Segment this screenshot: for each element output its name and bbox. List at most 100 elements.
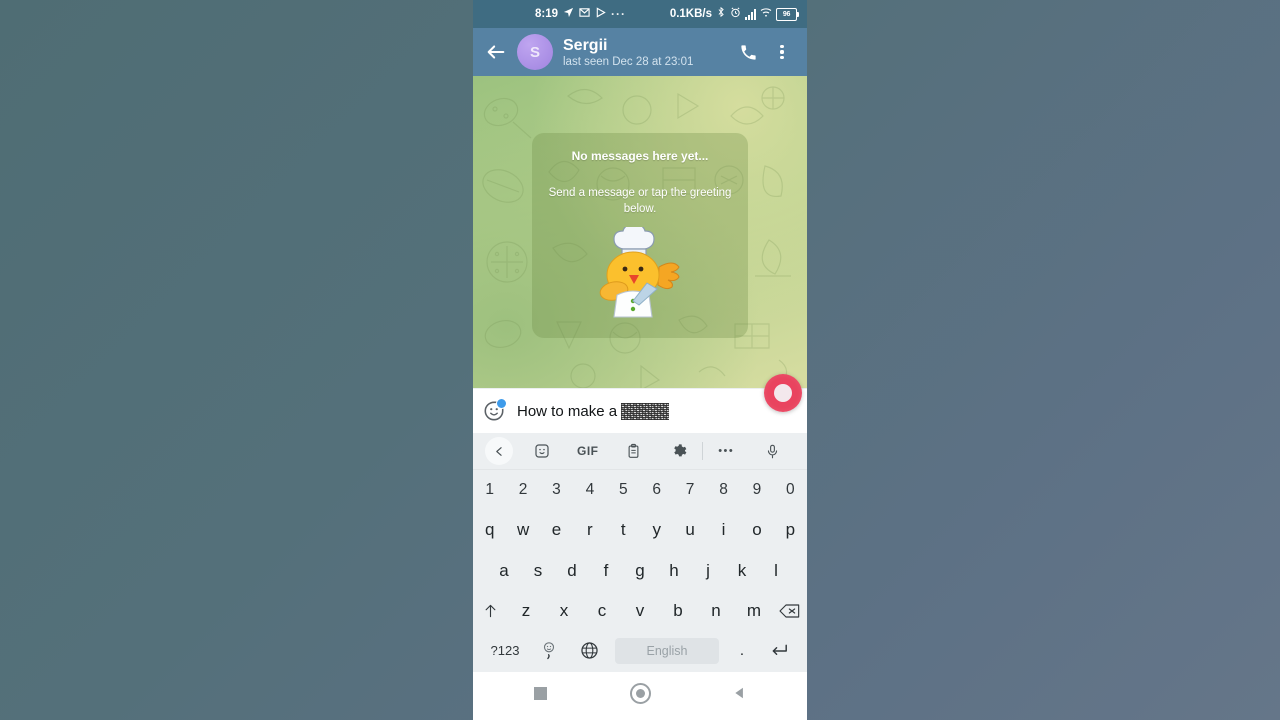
kb-overflow-dots[interactable]: ••• <box>703 436 749 466</box>
keyboard-toolbar: GIF ••• <box>473 433 807 470</box>
keyboard-row-top: q w e r t y u i o p <box>473 510 807 550</box>
key-6[interactable]: 6 <box>640 470 673 510</box>
alarm-icon <box>730 7 741 22</box>
back-triangle-icon[interactable] <box>723 676 757 710</box>
key-a[interactable]: a <box>487 550 521 590</box>
key-g[interactable]: g <box>623 550 657 590</box>
key-n[interactable]: n <box>697 591 735 631</box>
status-bar: 8:19 ··· 0.1KB/s 96 <box>473 0 807 28</box>
overflow-dots-icon: ··· <box>611 7 627 21</box>
keyboard-row-home: a s d f g h j k l <box>473 550 807 590</box>
send-button-inner <box>774 384 792 402</box>
recents-square-icon[interactable] <box>523 676 557 710</box>
on-screen-keyboard: GIF ••• 1 2 3 4 5 6 7 8 9 0 q w e r t y … <box>473 433 807 671</box>
battery-level: 96 <box>782 10 791 18</box>
key-space[interactable]: English <box>615 637 719 664</box>
redacted-word <box>621 402 670 420</box>
key-y[interactable]: y <box>640 510 673 550</box>
key-u[interactable]: u <box>673 510 706 550</box>
kb-gif-button[interactable]: GIF <box>565 436 611 466</box>
status-bar-right: 0.1KB/s 96 <box>669 6 799 22</box>
key-m[interactable]: m <box>735 591 773 631</box>
key-8[interactable]: 8 <box>707 470 740 510</box>
keyboard-row-space: ?123 English . <box>473 631 807 671</box>
avatar[interactable]: S <box>517 34 553 70</box>
chat-app-bar: S Sergii last seen Dec 28 at 23:01 <box>473 28 807 76</box>
page-title: Sergii <box>563 36 608 54</box>
bluetooth-icon <box>716 6 726 22</box>
key-symbols[interactable]: ?123 <box>481 631 529 671</box>
kb-sticker-icon[interactable] <box>519 436 565 466</box>
kb-settings-gear-icon[interactable] <box>656 436 702 466</box>
key-4[interactable]: 4 <box>573 470 606 510</box>
chef-chick-sticker[interactable] <box>587 227 693 321</box>
chat-subtitle: last seen Dec 28 at 23:01 <box>563 55 694 68</box>
key-1[interactable]: 1 <box>473 470 506 510</box>
key-p[interactable]: p <box>774 510 807 550</box>
vertical-dots-icon[interactable] <box>767 37 797 67</box>
signal-icon <box>745 8 756 20</box>
key-r[interactable]: r <box>573 510 606 550</box>
network-speed: 0.1KB/s <box>669 8 712 20</box>
status-bar-left: 8:19 ··· <box>535 7 626 22</box>
sticker-smiley-icon[interactable] <box>479 396 509 426</box>
greeting-subtitle: Send a message or tap the greeting below… <box>548 187 732 215</box>
key-t[interactable]: t <box>607 510 640 550</box>
key-s[interactable]: s <box>521 550 555 590</box>
key-comma-emoji[interactable] <box>529 631 569 671</box>
message-input-bar: How to make a <box>473 374 807 433</box>
key-language-globe-icon[interactable] <box>569 631 609 671</box>
key-e[interactable]: e <box>540 510 573 550</box>
key-w[interactable]: w <box>506 510 539 550</box>
key-l[interactable]: l <box>759 550 793 590</box>
key-k[interactable]: k <box>725 550 759 590</box>
kb-clipboard-icon[interactable] <box>611 436 657 466</box>
phone-icon[interactable] <box>733 37 763 67</box>
key-x[interactable]: x <box>545 591 583 631</box>
kb-back-chevron[interactable] <box>485 437 513 465</box>
key-j[interactable]: j <box>691 550 725 590</box>
message-input-field[interactable]: How to make a <box>509 402 801 420</box>
key-2[interactable]: 2 <box>506 470 539 510</box>
key-shift[interactable] <box>473 591 507 631</box>
status-time: 8:19 <box>535 8 559 20</box>
location-arrow-icon <box>563 7 574 22</box>
key-9[interactable]: 9 <box>740 470 773 510</box>
chat-titles[interactable]: Sergii last seen Dec 28 at 23:01 <box>563 36 729 69</box>
home-circle-icon[interactable] <box>623 676 657 710</box>
wifi-icon <box>760 7 772 22</box>
keyboard-row-numbers: 1 2 3 4 5 6 7 8 9 0 <box>473 470 807 510</box>
key-v[interactable]: v <box>621 591 659 631</box>
key-c[interactable]: c <box>583 591 621 631</box>
back-arrow-icon[interactable] <box>483 39 509 65</box>
phone-screen: 8:19 ··· 0.1KB/s 96 S Sergii last seen D… <box>473 0 807 720</box>
keyboard-row-bottom-letters: z x c v b n m <box>473 591 807 631</box>
play-icon <box>595 7 606 22</box>
android-nav-bar <box>473 671 807 714</box>
key-backspace[interactable] <box>773 591 807 631</box>
key-enter[interactable] <box>759 631 799 671</box>
battery-icon: 96 <box>776 7 799 21</box>
chat-message-area: No messages here yet... Send a message o… <box>473 76 807 388</box>
key-i[interactable]: i <box>707 510 740 550</box>
key-b[interactable]: b <box>659 591 697 631</box>
avatar-initial: S <box>529 43 540 61</box>
key-period[interactable]: . <box>725 631 759 671</box>
key-3[interactable]: 3 <box>540 470 573 510</box>
key-o[interactable]: o <box>740 510 773 550</box>
kb-microphone-icon[interactable] <box>749 436 795 466</box>
key-0[interactable]: 0 <box>774 470 807 510</box>
key-f[interactable]: f <box>589 550 623 590</box>
key-5[interactable]: 5 <box>607 470 640 510</box>
empty-chat-greeting-card[interactable]: No messages here yet... Send a message o… <box>532 133 748 338</box>
sticker-new-badge <box>496 398 507 409</box>
send-record-button[interactable] <box>764 374 802 412</box>
key-q[interactable]: q <box>473 510 506 550</box>
greeting-title: No messages here yet... <box>571 149 709 163</box>
key-7[interactable]: 7 <box>673 470 706 510</box>
key-h[interactable]: h <box>657 550 691 590</box>
mail-icon <box>579 7 590 22</box>
key-z[interactable]: z <box>507 591 545 631</box>
message-input-text: How to make a <box>517 402 618 420</box>
key-d[interactable]: d <box>555 550 589 590</box>
